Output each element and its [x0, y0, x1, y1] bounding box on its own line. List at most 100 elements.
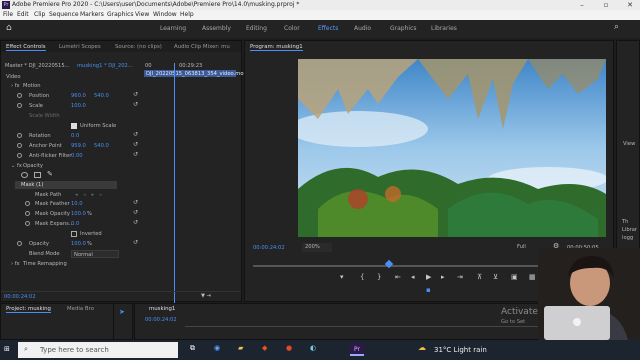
workspace-libraries[interactable]: Libraries	[431, 25, 457, 32]
stopwatch-icon[interactable]	[17, 93, 22, 98]
workspace-learning[interactable]: Learning	[160, 25, 186, 32]
search-icon[interactable]: ⌕	[614, 22, 619, 32]
close-button[interactable]: ✕	[622, 0, 638, 10]
reset-icon[interactable]: ↺	[133, 131, 138, 138]
app-icon[interactable]: ●	[286, 344, 292, 352]
step-forward-icon[interactable]: ▸	[441, 273, 445, 281]
tab-project[interactable]: Project: musking	[6, 306, 51, 313]
program-timecode[interactable]: 00:00:24:02	[253, 245, 285, 251]
tab-audio-clip-mixer[interactable]: Audio Clip Mixer: mu	[174, 44, 230, 50]
position-y-value[interactable]: 540.0	[94, 93, 109, 99]
zoom-select[interactable]: 200%	[302, 243, 332, 252]
master-clip-label[interactable]: Master * DJI_20220515...	[5, 63, 70, 69]
reset-icon[interactable]: ↺	[133, 141, 138, 148]
reset-icon[interactable]: ↺	[133, 101, 138, 108]
go-to-out-icon[interactable]: ⇥	[457, 273, 463, 281]
inverted-checkbox[interactable]	[71, 231, 77, 237]
tab-lumetri-scopes[interactable]: Lumetri Scopes	[59, 44, 101, 50]
mark-out-icon[interactable]: }	[377, 273, 381, 281]
anchor-x-value[interactable]: 959.0	[71, 143, 86, 149]
step-back-icon[interactable]: ◂	[411, 273, 415, 281]
go-to-in-icon[interactable]: ⇤	[395, 273, 401, 281]
rectangle-mask-icon[interactable]	[34, 172, 41, 178]
sequence-timecode[interactable]: 00:00:24:02	[145, 317, 177, 323]
stopwatch-icon[interactable]	[17, 133, 22, 138]
quality-select[interactable]: Full	[517, 243, 539, 252]
lift-icon[interactable]: ⊼	[477, 273, 482, 281]
workspace-color[interactable]: Color	[284, 25, 300, 32]
menu-edit[interactable]: Edit	[17, 11, 29, 18]
menu-file[interactable]: File	[3, 11, 13, 18]
reset-icon[interactable]: ↺	[133, 91, 138, 98]
mask-expansion-value[interactable]: 0.0	[71, 221, 79, 227]
workspace-graphics[interactable]: Graphics	[390, 25, 417, 32]
reset-icon[interactable]: ↺	[133, 151, 138, 158]
filter-icon[interactable]: ▼ ⇥	[201, 293, 211, 299]
ellipse-mask-icon[interactable]	[21, 172, 28, 178]
menu-help[interactable]: Help	[180, 11, 194, 18]
motion-label[interactable]: Motion	[23, 83, 41, 89]
tab-source[interactable]: Source: (no clips)	[115, 44, 162, 50]
settings-toggle-icon[interactable]: ▪	[426, 286, 431, 294]
home-icon[interactable]: ⌂	[6, 23, 12, 33]
menu-markers[interactable]: Markers	[80, 11, 104, 18]
tab-effect-controls[interactable]: Effect Controls	[6, 44, 46, 51]
menu-graphics[interactable]: Graphics	[107, 11, 134, 18]
mask-opacity-value[interactable]: 100.0	[71, 211, 86, 217]
stopwatch-icon[interactable]	[17, 153, 22, 158]
anchor-y-value[interactable]: 540.0	[94, 143, 109, 149]
stopwatch-icon[interactable]	[17, 143, 22, 148]
workspace-audio[interactable]: Audio	[354, 25, 371, 32]
stopwatch-icon[interactable]	[25, 221, 30, 226]
menu-clip[interactable]: Clip	[34, 11, 45, 18]
taskbar-search[interactable]: ⌕ Type here to search	[18, 342, 178, 358]
reset-icon[interactable]: ↺	[133, 199, 138, 206]
tab-media-browser[interactable]: Media Bro	[67, 306, 94, 312]
stopwatch-icon[interactable]	[25, 201, 30, 206]
selection-tool-icon[interactable]: ➤	[119, 308, 125, 316]
sequence-clip-label[interactable]: musking1 * DJI_202...	[77, 63, 133, 69]
pen-mask-icon[interactable]: ✎	[47, 170, 53, 178]
opacity-effect-label[interactable]: Opacity	[23, 163, 43, 169]
minimize-button[interactable]: –	[574, 0, 590, 10]
mask-feather-value[interactable]: 10.0	[71, 201, 83, 207]
reset-icon[interactable]: ↺	[133, 219, 138, 226]
file-explorer-icon[interactable]: ▰	[238, 344, 243, 352]
app-icon[interactable]: ◐	[310, 344, 316, 352]
menu-sequence[interactable]: Sequence	[49, 11, 79, 18]
tab-sequence[interactable]: musking1	[149, 306, 175, 312]
export-frame-icon[interactable]: ▣	[511, 273, 518, 281]
play-icon[interactable]: ▶	[426, 273, 431, 281]
menu-view[interactable]: View	[135, 11, 149, 18]
maximize-button[interactable]: ▫	[598, 0, 614, 10]
workspace-effects[interactable]: Effects	[318, 25, 338, 32]
uniform-scale-checkbox[interactable]	[71, 123, 77, 129]
workspace-assembly[interactable]: Assembly	[202, 25, 231, 32]
scale-value[interactable]: 100.0	[71, 103, 86, 109]
mask-track-controls[interactable]: ◂ ◃ ▸ ▹	[75, 192, 104, 198]
weather-text[interactable]: 31°C Light rain	[434, 346, 487, 354]
playhead-line[interactable]	[174, 63, 175, 313]
reset-icon[interactable]: ↺	[133, 239, 138, 246]
blend-mode-select[interactable]: Normal	[71, 250, 119, 258]
rotation-value[interactable]: 0.0	[71, 133, 79, 139]
view-label[interactable]: View	[623, 141, 635, 147]
extract-icon[interactable]: ⊻	[493, 273, 498, 281]
reset-icon[interactable]: ↺	[133, 209, 138, 216]
tab-program[interactable]: Program: musking1	[250, 44, 303, 51]
stopwatch-icon[interactable]	[25, 211, 30, 216]
add-marker-icon[interactable]: ▾	[340, 273, 344, 281]
task-view-icon[interactable]: ⧉	[190, 344, 195, 353]
opacity-value[interactable]: 100.0	[71, 241, 86, 247]
antiflicker-value[interactable]: 0.00	[71, 153, 83, 159]
comparison-view-icon[interactable]: ▦	[529, 273, 536, 281]
premiere-taskbar-icon[interactable]: Pr	[350, 343, 364, 356]
stopwatch-icon[interactable]	[17, 103, 22, 108]
office-icon[interactable]: ◆	[262, 344, 267, 352]
menu-window[interactable]: Window	[153, 11, 177, 18]
mark-in-icon[interactable]: {	[360, 273, 364, 281]
clip-bar[interactable]: DJI_20220515_063813_354_video.mo	[144, 70, 244, 77]
program-video-frame[interactable]	[298, 59, 606, 237]
edge-icon[interactable]: ◉	[214, 344, 220, 352]
workspace-editing[interactable]: Editing	[246, 25, 267, 32]
